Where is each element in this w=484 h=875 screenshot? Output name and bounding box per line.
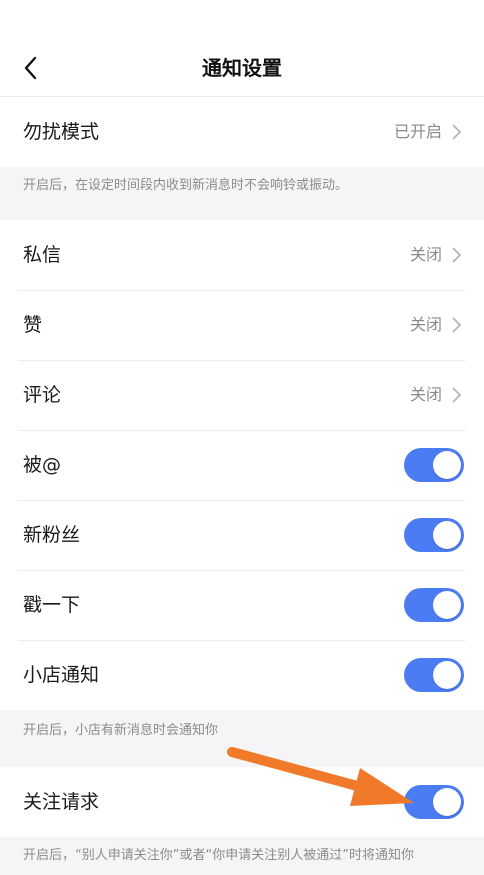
poke-toggle[interactable] [404, 588, 464, 622]
toggle-knob [433, 591, 461, 619]
shop-note: 开启后，小店有新消息时会通知你 [23, 723, 219, 738]
dnd-label: 勿扰模式 [23, 121, 100, 143]
row-label: 私信 [23, 244, 62, 266]
nav-header: 通知设置 [0, 40, 484, 97]
row-label: 赞 [23, 314, 43, 336]
follow-note: 开启后，“别人申请关注你”或者“你申请关注别人被通过”时将通知你 [23, 848, 414, 863]
page-title: 通知设置 [202, 56, 282, 80]
likes-row[interactable]: 赞 关闭 [0, 290, 484, 360]
follow-request-row: 关注请求 [0, 767, 484, 837]
comments-row[interactable]: 评论 关闭 [0, 360, 484, 430]
dnd-note: 开启后，在设定时间段内收到新消息时不会响铃或振动。 [23, 178, 349, 193]
shop-notification-row: 小店通知 [0, 640, 484, 710]
private-message-row[interactable]: 私信 关闭 [0, 220, 484, 290]
row-label: 小店通知 [23, 664, 100, 686]
toggle-knob [433, 451, 461, 479]
dnd-row[interactable]: 勿扰模式 已开启 [0, 97, 484, 167]
toggle-knob [433, 521, 461, 549]
toggle-knob [433, 661, 461, 689]
new-fans-toggle[interactable] [404, 518, 464, 552]
mention-row: 被@ [0, 430, 484, 500]
row-value: 关闭 [409, 385, 442, 404]
notification-group: 私信 关闭 赞 关闭 评论 关闭 被@ 新粉丝 戳一下 小店通知 [0, 220, 484, 710]
row-label: 戳一下 [23, 594, 81, 616]
row-value: 关闭 [409, 245, 442, 264]
row-value: 关闭 [409, 315, 442, 334]
poke-row: 戳一下 [0, 570, 484, 640]
chevron-right-icon [452, 317, 462, 333]
follow-request-toggle[interactable] [404, 785, 464, 819]
chevron-right-icon [452, 387, 462, 403]
mention-toggle[interactable] [404, 448, 464, 482]
row-label: 评论 [23, 384, 62, 406]
toggle-knob [433, 788, 461, 816]
dnd-group: 勿扰模式 已开启 [0, 97, 484, 167]
new-fans-row: 新粉丝 [0, 500, 484, 570]
status-bar [0, 0, 484, 40]
chevron-right-icon [452, 247, 462, 263]
row-label: 被@ [23, 454, 62, 476]
shop-notification-toggle[interactable] [404, 658, 464, 692]
follow-group: 关注请求 [0, 767, 484, 837]
row-label: 关注请求 [23, 791, 100, 813]
chevron-right-icon [452, 124, 462, 140]
dnd-value: 已开启 [393, 122, 442, 141]
row-label: 新粉丝 [23, 524, 81, 546]
